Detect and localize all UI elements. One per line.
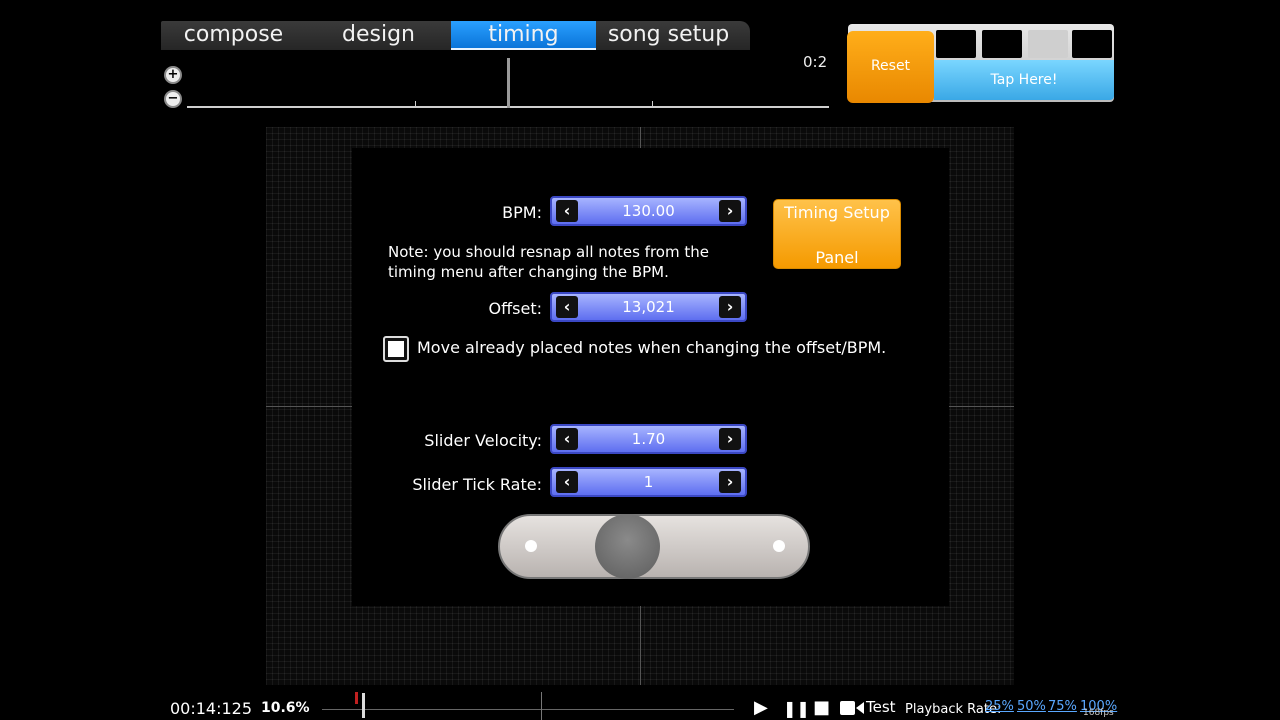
- slider-velocity-spinner: ‹ 1.70 ›: [550, 424, 747, 454]
- slider-velocity-value[interactable]: 1.70: [582, 430, 715, 448]
- slider-ball: [595, 514, 660, 579]
- reset-button[interactable]: Reset: [847, 31, 934, 103]
- playback-rate-25[interactable]: 25%: [985, 699, 1014, 714]
- tab-design[interactable]: design: [306, 21, 451, 50]
- move-notes-label: Move already placed notes when changing …: [417, 338, 887, 357]
- offset-label: Offset:: [488, 299, 542, 318]
- timeline-tick: [415, 101, 416, 107]
- timeline-cursor[interactable]: [507, 58, 510, 108]
- bpm-spinner: ‹ 130.00 ›: [550, 196, 747, 226]
- beat-indicator: [1028, 30, 1068, 58]
- slider-tick-dot: [773, 540, 785, 552]
- slider-tick-rate-label: Slider Tick Rate:: [412, 475, 542, 494]
- timeline-time: 0:2: [803, 53, 828, 71]
- pause-icon[interactable]: ❚❚: [783, 699, 810, 718]
- beat-indicator: [936, 30, 976, 58]
- slider-tick-rate-value[interactable]: 1: [582, 473, 715, 491]
- bpm-value[interactable]: 130.00: [582, 202, 715, 220]
- fps-counter: 168fps: [1083, 708, 1114, 718]
- beat-indicator: [982, 30, 1022, 58]
- tap-here-button[interactable]: Tap Here!: [934, 60, 1114, 100]
- test-button[interactable]: Test: [866, 698, 896, 716]
- song-progress-percent: 10.6%: [261, 700, 310, 716]
- current-time: 00:14:125: [170, 699, 253, 718]
- timeline-tick: [652, 101, 653, 107]
- plus-icon: +: [166, 67, 180, 82]
- beat-indicator: [1072, 30, 1112, 58]
- camera-icon[interactable]: [840, 700, 864, 716]
- chevron-left-icon[interactable]: ‹: [556, 200, 578, 222]
- chevron-left-icon[interactable]: ‹: [556, 296, 578, 318]
- chevron-left-icon[interactable]: ‹: [556, 428, 578, 450]
- zoom-out-button[interactable]: −: [164, 90, 182, 108]
- playback-rate-75[interactable]: 75%: [1048, 699, 1077, 714]
- offset-spinner: ‹ 13,021 ›: [550, 292, 747, 322]
- timing-setup-panel-button[interactable]: Timing Setup Panel: [773, 199, 901, 269]
- chevron-right-icon[interactable]: ›: [719, 428, 741, 450]
- play-icon[interactable]: ▶: [754, 697, 768, 718]
- bookmark-marker: [355, 692, 358, 704]
- playback-rate-50[interactable]: 50%: [1017, 699, 1046, 714]
- zoom-in-button[interactable]: +: [164, 66, 182, 84]
- minus-icon: −: [166, 91, 180, 106]
- move-notes-checkbox[interactable]: [383, 336, 409, 362]
- resnap-note: Note: you should resnap all notes from t…: [388, 243, 709, 281]
- chevron-right-icon[interactable]: ›: [719, 200, 741, 222]
- slider-tick-rate-spinner: ‹ 1 ›: [550, 467, 747, 497]
- timeline-divider: [541, 692, 542, 720]
- bpm-label: BPM:: [502, 203, 542, 222]
- tab-compose[interactable]: compose: [161, 21, 306, 50]
- offset-value[interactable]: 13,021: [582, 298, 715, 316]
- chevron-right-icon[interactable]: ›: [719, 296, 741, 318]
- chevron-right-icon[interactable]: ›: [719, 471, 741, 493]
- song-position-marker[interactable]: [362, 693, 365, 718]
- setup-button-label: Timing Setup: [784, 203, 890, 222]
- setup-button-label: Panel: [815, 248, 859, 267]
- checkbox-fill: [388, 341, 404, 357]
- editor-tab-bar: compose design timing song setup: [161, 21, 750, 50]
- song-timeline[interactable]: [322, 709, 734, 710]
- tab-song-setup[interactable]: song setup: [596, 21, 741, 50]
- slider-velocity-label: Slider Velocity:: [424, 431, 542, 450]
- stop-icon[interactable]: ■: [813, 697, 830, 718]
- tab-timing[interactable]: timing: [451, 21, 596, 50]
- chevron-left-icon[interactable]: ‹: [556, 471, 578, 493]
- slider-tick-dot: [525, 540, 537, 552]
